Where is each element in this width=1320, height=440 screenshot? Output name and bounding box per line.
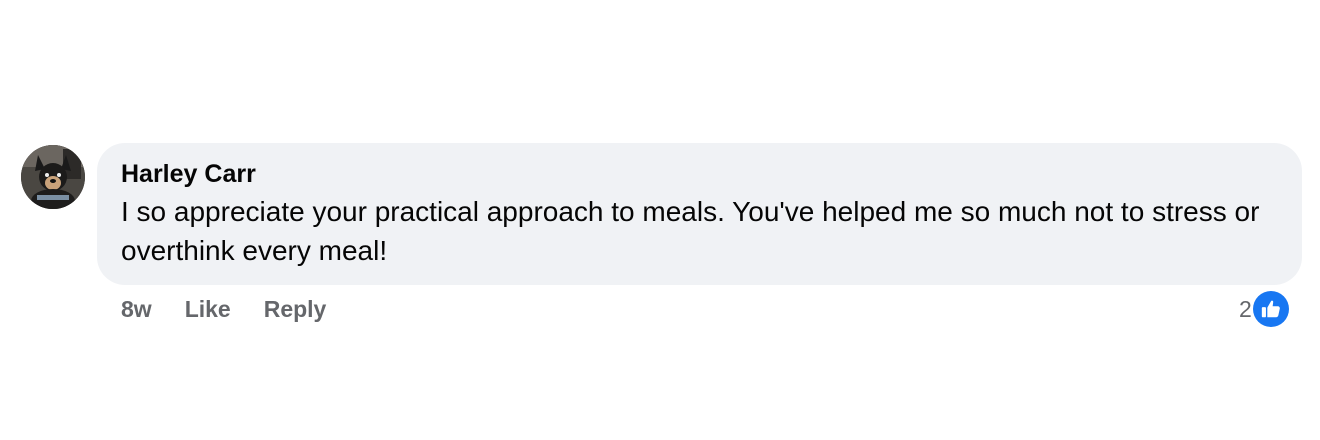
reaction-summary[interactable]: 2: [1239, 291, 1289, 327]
comment-actions: 8w Like Reply: [121, 294, 359, 324]
comment-timestamp[interactable]: 8w: [121, 296, 152, 323]
comment-text: I so appreciate your practical approach …: [121, 196, 1260, 266]
like-button[interactable]: Like: [185, 296, 231, 323]
avatar-image: [21, 145, 85, 209]
comment-author[interactable]: Harley Carr: [121, 158, 1278, 190]
reaction-count: 2: [1239, 295, 1252, 322]
thumbs-up-icon: [1252, 291, 1289, 327]
reply-button[interactable]: Reply: [264, 296, 327, 323]
comment-bubble: Harley Carr I so appreciate your practic…: [97, 143, 1302, 285]
avatar[interactable]: [21, 145, 85, 209]
